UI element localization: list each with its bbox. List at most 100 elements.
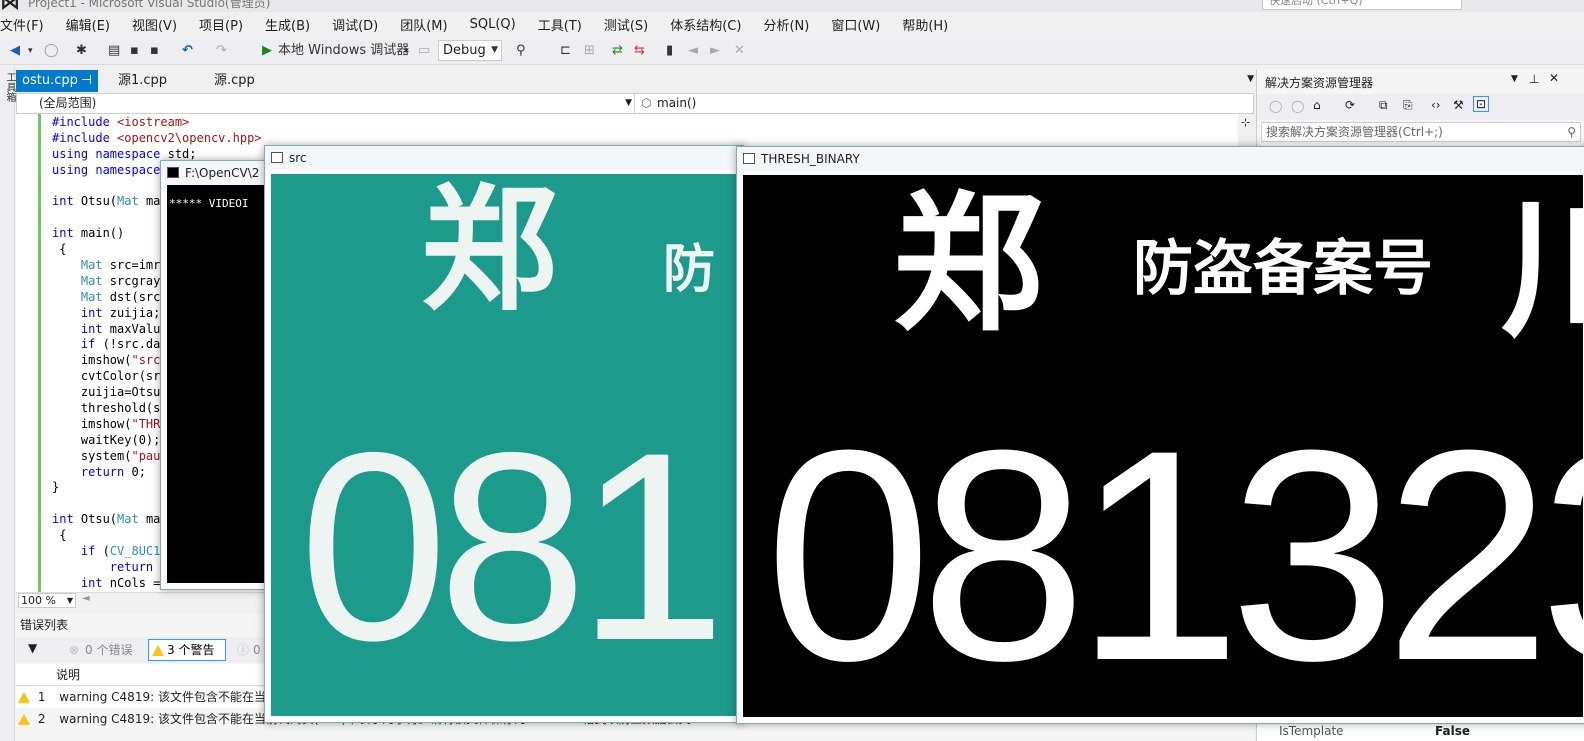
code-token: <opencv2\opencv.hpp>: [117, 130, 262, 145]
navigation-bar: (全局范围) ▼ ⬡ main(): [16, 93, 1254, 114]
preview-icon[interactable]: ⊡: [1473, 96, 1490, 112]
thresh-image-window[interactable]: THRESH_BINARY 郑 防盗备案号 川 081323: [736, 146, 1584, 724]
code-token: Otsu(: [80, 194, 118, 209]
back-dropdown-icon[interactable]: ▾: [28, 41, 33, 61]
clear-bookmarks-icon[interactable]: ✕: [734, 41, 745, 61]
menu-item[interactable]: 调试(D): [321, 15, 389, 34]
show-all-files-icon[interactable]: ⎘: [1403, 98, 1413, 113]
uncomment-icon[interactable]: ⇆: [634, 41, 645, 61]
window-position-icon[interactable]: ▼: [1511, 74, 1518, 84]
menu-item[interactable]: 文件(F): [0, 15, 55, 34]
properties-icon[interactable]: ⚒: [1453, 98, 1464, 112]
pin-icon[interactable]: ⊥: [1529, 72, 1539, 86]
chevron-down-icon: ▼: [66, 596, 73, 605]
config-dropdown[interactable]: Debug ▼: [438, 40, 502, 61]
new-project-icon[interactable]: ✱: [76, 41, 87, 61]
tab-dropdown-icon[interactable]: ▼: [1247, 74, 1254, 84]
console-title-bar[interactable]: F:\OpenCV\2: [161, 161, 269, 185]
column-description[interactable]: 说明: [56, 664, 80, 686]
menu-item[interactable]: 生成(B): [254, 15, 321, 34]
open-file-icon[interactable]: ▤: [108, 41, 120, 61]
code-token: main(): [80, 226, 125, 241]
attach-icon[interactable]: ▭: [418, 41, 430, 61]
menu-item[interactable]: 编辑(E): [55, 15, 121, 34]
back-icon[interactable]: ◀: [10, 41, 20, 61]
window-title: Project1 - Microsoft Visual Studio(管理员): [28, 0, 271, 10]
warning-icon: [18, 714, 30, 725]
tab-yuan1-cpp[interactable]: 源1.cpp: [112, 70, 202, 92]
save-all-icon[interactable]: ▪: [150, 41, 159, 61]
row-number: 1: [37, 690, 46, 704]
console-icon: [167, 167, 179, 178]
solution-search-input[interactable]: 搜索解决方案资源管理器(Ctrl+;) ⚲: [1261, 122, 1581, 142]
menu-item[interactable]: 分析(N): [752, 15, 820, 34]
thresh-title-bar[interactable]: THRESH_BINARY: [737, 147, 1584, 171]
pin-icon[interactable]: ⊣: [81, 70, 92, 92]
warnings-filter-button[interactable]: 3 个警告: [148, 639, 226, 661]
menu-item[interactable]: 体系结构(C): [659, 15, 752, 34]
outline-icon[interactable]: ⊞: [584, 41, 595, 61]
menu-item[interactable]: 团队(M): [389, 15, 458, 34]
code-token: if: [52, 544, 103, 559]
redo-icon[interactable]: ↷: [216, 41, 227, 61]
tab-yuan-cpp[interactable]: 源.cpp: [208, 70, 288, 92]
code-token: zuijia;: [109, 305, 161, 320]
forward-icon[interactable]: ◯: [44, 41, 59, 61]
view-code-icon[interactable]: ‹›: [1431, 98, 1441, 112]
next-bookmark-icon[interactable]: ►: [710, 41, 720, 61]
bookmark-icon[interactable]: ▮: [666, 41, 673, 61]
code-token: int: [52, 194, 81, 209]
zoom-value: 100 %: [21, 594, 56, 607]
scope-dropdown[interactable]: (全局范围) ▼: [17, 94, 635, 113]
errors-filter-button[interactable]: ⊗ 0 个错误: [66, 639, 140, 661]
menu-item[interactable]: 工具(T): [527, 15, 593, 34]
info-icon: ⓘ: [237, 643, 250, 657]
property-row[interactable]: IsTemplate False: [1257, 722, 1584, 741]
warning-icon: [18, 692, 30, 703]
save-icon[interactable]: ▪: [130, 41, 139, 61]
prev-bookmark-icon[interactable]: ◄: [688, 41, 698, 61]
back-icon[interactable]: ◯: [1269, 99, 1282, 113]
home-icon[interactable]: ⌂: [1313, 98, 1321, 112]
member-dropdown[interactable]: ⬡ main(): [637, 94, 1253, 113]
code-line[interactable]: #include <opencv2\opencv.hpp>: [52, 131, 262, 147]
menu-item[interactable]: 窗口(W): [820, 15, 891, 34]
menu-item[interactable]: 视图(V): [121, 15, 188, 34]
src-title-bar[interactable]: src: [265, 146, 743, 170]
toolbox-strip[interactable]: 工具箱: [0, 66, 15, 741]
tab-ostu-cpp[interactable]: ostu.cpp ⊣: [16, 70, 98, 92]
console-window[interactable]: F:\OpenCV\2 ***** VIDEOI: [160, 160, 270, 590]
start-debug-button[interactable]: 本地 Windows 调试器: [278, 41, 409, 61]
menu-item[interactable]: 项目(P): [188, 15, 254, 34]
menu-item[interactable]: SQL(Q): [459, 17, 527, 32]
zoom-dropdown[interactable]: 100 % ▼: [18, 593, 76, 608]
code-token: ma: [145, 512, 161, 527]
error-icon: ⊗: [69, 643, 80, 657]
split-icon[interactable]: ⊹: [1241, 116, 1250, 129]
menu-item[interactable]: 测试(S): [593, 15, 659, 34]
start-debug-icon[interactable]: ▶: [262, 41, 272, 61]
close-icon[interactable]: ✕: [1549, 71, 1559, 85]
plate-digits: 081: [299, 396, 726, 696]
step-icon[interactable]: ⊏: [560, 41, 571, 61]
collapse-icon[interactable]: ⧉: [1379, 98, 1388, 113]
src-image-window[interactable]: src 郑 防 081: [264, 145, 744, 723]
undo-icon[interactable]: ↶: [182, 41, 193, 61]
plate-digits: 081323: [765, 387, 1583, 717]
find-icon[interactable]: ⚲: [516, 41, 526, 61]
code-token: #include: [52, 130, 118, 145]
menu-item[interactable]: 帮助(H): [891, 15, 959, 34]
code-line[interactable]: #include <iostream>: [52, 115, 262, 131]
warnings-count: 3 个警告: [167, 643, 215, 657]
filter-icon[interactable]: ▼: [28, 641, 37, 655]
scroll-left-icon[interactable]: ◄: [82, 593, 90, 604]
comment-icon[interactable]: ⇄: [612, 41, 623, 61]
sync-icon[interactable]: ⟳: [1345, 98, 1355, 112]
errors-count: 0 个错误: [85, 643, 133, 657]
code-token: "THR: [131, 416, 161, 431]
quick-launch-input[interactable]: 快速启动 (Ctrl+Q): [1262, 0, 1462, 10]
debugger-dropdown-icon[interactable]: ▾: [404, 41, 409, 61]
forward-icon[interactable]: ◯: [1291, 99, 1304, 113]
tab-label: 源.cpp: [214, 73, 255, 88]
plate-label: 防盗备案号: [1133, 235, 1433, 302]
